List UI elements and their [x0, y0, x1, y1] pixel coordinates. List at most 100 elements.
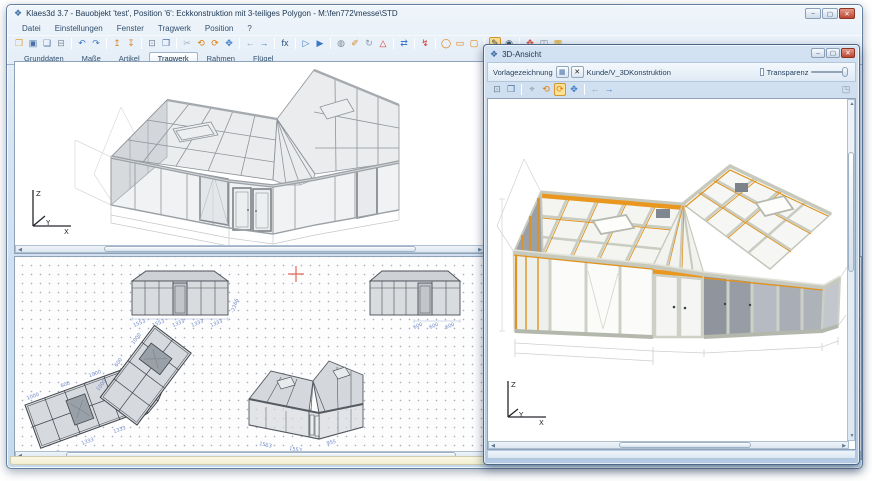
- refresh-icon[interactable]: ↻: [363, 37, 375, 50]
- 3d-hscrollbar[interactable]: ◀ ▶: [488, 441, 849, 449]
- toolbar-separator: [176, 38, 177, 49]
- 3d-viewport: Z X Y ▲ ▼ ◀ ▶: [487, 98, 856, 450]
- orbit-icon[interactable]: ⟲: [540, 83, 552, 96]
- cut-icon[interactable]: ✂: [181, 37, 193, 50]
- menu-datei[interactable]: Datei: [15, 24, 48, 33]
- menu-hilfe[interactable]: ?: [240, 24, 258, 33]
- slider-track[interactable]: [811, 71, 846, 73]
- svg-text:600: 600: [429, 322, 440, 331]
- panel-minimize-button[interactable]: –: [811, 48, 825, 58]
- elevation-view-a: 1553 1553 1333 1333 1333 -2266: [132, 271, 240, 329]
- crosshair: [288, 266, 304, 282]
- back-icon[interactable]: ←: [244, 37, 256, 50]
- svg-text:600: 600: [60, 381, 71, 390]
- minimize-button[interactable]: –: [805, 8, 821, 19]
- pan-icon[interactable]: ✥: [568, 83, 580, 96]
- svg-text:1333: 1333: [191, 319, 205, 329]
- scroll-left-icon[interactable]: ◀: [489, 442, 497, 450]
- print-icon[interactable]: ⊟: [55, 37, 67, 50]
- pan-icon[interactable]: ✥: [223, 37, 235, 50]
- transparency-label: Transparenz: [767, 68, 809, 77]
- panel-maximize-button[interactable]: ▢: [826, 48, 840, 58]
- circle-tool-icon[interactable]: ◯: [440, 37, 452, 50]
- template-value: Kunde/V_3DKonstruktion: [587, 68, 671, 77]
- forward-icon[interactable]: →: [603, 83, 615, 96]
- zoom-fit-icon[interactable]: ⊡: [491, 83, 503, 96]
- svg-text:-2266: -2266: [230, 298, 240, 314]
- wireframe-drawing: [75, 70, 399, 245]
- render-3d-canvas[interactable]: [488, 99, 850, 435]
- cascade-windows-icon[interactable]: ❐: [160, 37, 172, 50]
- transparency-checkbox[interactable]: [760, 68, 764, 76]
- cascade-windows-icon[interactable]: ❐: [505, 83, 517, 96]
- scroll-left-icon[interactable]: ◀: [16, 246, 24, 254]
- svg-text:1333: 1333: [113, 425, 127, 435]
- hscroll-thumb[interactable]: [104, 246, 416, 252]
- menubar: DateiEinstellungenFensterTragwerkPositio…: [7, 22, 862, 35]
- menu-position[interactable]: Position: [198, 24, 240, 33]
- 3d-window-controls: –▢✕: [811, 48, 855, 58]
- svg-text:1553: 1553: [133, 319, 147, 329]
- wireframe-viewport-canvas[interactable]: [15, 62, 485, 245]
- hscroll-thumb[interactable]: [619, 442, 751, 448]
- close-button[interactable]: ✕: [839, 8, 855, 19]
- panel-close-button[interactable]: ✕: [841, 48, 855, 58]
- square-tool-icon[interactable]: ▢: [468, 37, 480, 50]
- wireframe-pane: Z X Y ▲ ▼ ◀ ▶: [14, 61, 494, 254]
- template-buttons: ▦✕: [556, 66, 584, 78]
- open-folder-icon[interactable]: ❒: [13, 37, 25, 50]
- measure-icon[interactable]: ✐: [349, 37, 361, 50]
- rotate-right-icon[interactable]: ⟳: [209, 37, 221, 50]
- transparency-slider[interactable]: [811, 66, 846, 78]
- render-3d-drawing: [497, 159, 847, 365]
- panel-icon: ❖: [490, 50, 498, 59]
- snapshot-icon[interactable]: ◳: [840, 83, 852, 96]
- lightning-icon[interactable]: ↯: [419, 37, 431, 50]
- wireframe-hscrollbar[interactable]: ◀ ▶: [15, 245, 485, 253]
- 3d-toolbar: ⊡❐ ⌖⟲⟳✥ ←→ ◳: [486, 82, 857, 97]
- redo-icon[interactable]: ↷: [90, 37, 102, 50]
- orbit-active-icon[interactable]: ⟳: [554, 83, 566, 96]
- titlebar[interactable]: ❖ Klaes3d 3.7 - Bauobjekt 'test', Positi…: [7, 5, 862, 22]
- swap-icon[interactable]: ⇄: [398, 37, 410, 50]
- formula-icon[interactable]: fx: [279, 37, 291, 50]
- menu-fenster[interactable]: Fenster: [110, 24, 151, 33]
- toolbar-separator: [393, 38, 394, 49]
- scroll-right-icon[interactable]: ▶: [840, 442, 848, 450]
- play-icon[interactable]: ▶: [314, 37, 326, 50]
- template-select-button[interactable]: ▦: [556, 66, 569, 78]
- export-icon[interactable]: ↧: [125, 37, 137, 50]
- save-all-icon[interactable]: ❏: [41, 37, 53, 50]
- toolbar-separator: [71, 38, 72, 49]
- maximize-button[interactable]: ▢: [822, 8, 838, 19]
- menu-tragwerk[interactable]: Tragwerk: [151, 24, 198, 33]
- zoom-fit-icon[interactable]: ⊡: [146, 37, 158, 50]
- toolbar-separator: [141, 38, 142, 49]
- warning-icon[interactable]: △: [377, 37, 389, 50]
- toolbar-separator: [435, 38, 436, 49]
- 3d-titlebar[interactable]: ❖ 3D-Ansicht –▢✕: [486, 47, 857, 62]
- 3d-vscrollbar[interactable]: ▲ ▼: [847, 99, 855, 441]
- forward-icon[interactable]: →: [258, 37, 270, 50]
- play-outline-icon[interactable]: ▷: [300, 37, 312, 50]
- svg-text:600: 600: [413, 322, 424, 331]
- toolbar-separator: [239, 38, 240, 49]
- scroll-up-icon[interactable]: ▲: [848, 100, 856, 108]
- back-icon[interactable]: ←: [589, 83, 601, 96]
- vscroll-thumb[interactable]: [848, 152, 854, 272]
- svg-text:1333: 1333: [210, 319, 224, 329]
- selection-frame-icon[interactable]: ▭: [454, 37, 466, 50]
- sphere-icon[interactable]: ◍: [335, 37, 347, 50]
- import-icon[interactable]: ↥: [111, 37, 123, 50]
- menu-einstellungen[interactable]: Einstellungen: [48, 24, 110, 33]
- undo-icon[interactable]: ↶: [76, 37, 88, 50]
- scroll-down-icon[interactable]: ▼: [848, 432, 856, 440]
- toolbar-separator: [330, 38, 331, 49]
- window-controls: –▢✕: [805, 8, 855, 19]
- template-clear-button[interactable]: ✕: [571, 66, 584, 78]
- save-icon[interactable]: ▣: [27, 37, 39, 50]
- 3d-window-title: 3D-Ansicht: [502, 50, 541, 59]
- probe-icon[interactable]: ⌖: [526, 83, 538, 96]
- rotate-left-icon[interactable]: ⟲: [195, 37, 207, 50]
- slider-thumb[interactable]: [842, 67, 848, 77]
